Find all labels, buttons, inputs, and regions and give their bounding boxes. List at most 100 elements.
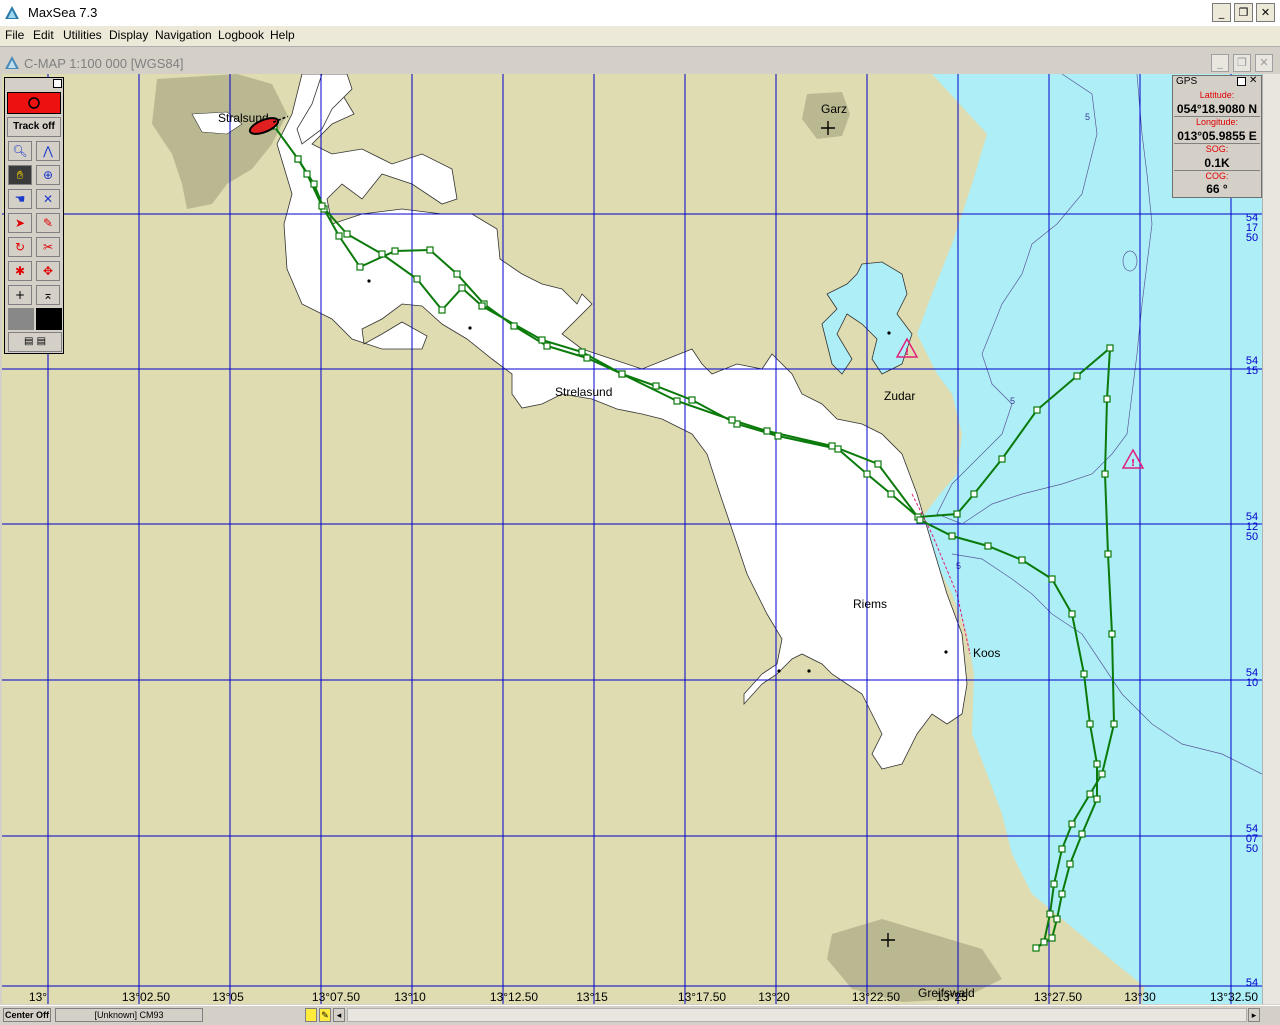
pan-tool-button[interactable]: ✋︎ bbox=[8, 165, 32, 185]
longitude-label: 13°02.50 bbox=[122, 990, 171, 1004]
vertical-scrollbar[interactable] bbox=[1262, 74, 1280, 1004]
track-point-marker bbox=[1032, 944, 1040, 952]
track-point-marker bbox=[510, 322, 518, 330]
minimize-button[interactable]: _ bbox=[1212, 3, 1231, 22]
track-point-marker bbox=[688, 396, 696, 404]
track-point-marker bbox=[984, 542, 992, 550]
track-point-marker bbox=[948, 532, 956, 540]
longitude-label: 13°17.50 bbox=[678, 990, 727, 1004]
track-point-marker bbox=[310, 180, 318, 188]
move-tool-button[interactable]: ☚ bbox=[8, 189, 32, 209]
app-title-bar: MaxSea 7.3 _ ❐ ✕ bbox=[0, 0, 1280, 27]
menu-logbook[interactable]: Logbook bbox=[218, 28, 264, 42]
longitude-label: 13°25 bbox=[936, 990, 968, 1004]
waypoint-button[interactable]: ⌅ bbox=[36, 285, 60, 305]
track-point-marker bbox=[763, 427, 771, 435]
rotate-tool-button[interactable]: ↻ bbox=[8, 237, 32, 257]
track-point-marker bbox=[1098, 770, 1106, 778]
hand-icon: ✋︎ bbox=[16, 168, 24, 182]
add-point-button[interactable]: + bbox=[8, 285, 32, 305]
track-point-marker bbox=[453, 270, 461, 278]
menu-display[interactable]: Display bbox=[109, 28, 148, 42]
palette-close-icon[interactable] bbox=[53, 79, 62, 88]
latitude-label: 15 bbox=[1246, 365, 1258, 377]
gps-close-icon[interactable]: ✕ bbox=[1249, 75, 1257, 86]
gps-header: GPS ✕ bbox=[1173, 75, 1261, 89]
place-strelasund: Strelasund bbox=[555, 385, 612, 399]
track-point-marker bbox=[618, 370, 626, 378]
latitude-value: 054°18.9080 N bbox=[1176, 102, 1258, 116]
chart-close-button[interactable]: ✕ bbox=[1255, 54, 1273, 72]
menu-utilities[interactable]: Utilities bbox=[63, 28, 102, 42]
restore-button[interactable]: ❐ bbox=[1234, 3, 1253, 22]
track-point-marker bbox=[1086, 720, 1094, 728]
longitude-label: Longitude: bbox=[1195, 117, 1239, 127]
pencil-tool-button[interactable]: ✎ bbox=[36, 213, 60, 233]
indicator-yellow[interactable] bbox=[305, 1008, 317, 1022]
track-point-marker bbox=[834, 445, 842, 453]
menu-file[interactable]: File bbox=[5, 28, 24, 42]
track-point-marker bbox=[1040, 938, 1048, 946]
magnifier-icon: 🔍︎ bbox=[12, 144, 28, 158]
nautical-chart[interactable]: 5 5 5 ! ! Stralsund Garz Strelasund Zuda… bbox=[2, 74, 1262, 1004]
zoom-tool-button[interactable]: 🔍︎ bbox=[8, 141, 32, 161]
latitude-label: 50 bbox=[1246, 531, 1258, 543]
scroll-left-button[interactable]: ◂ bbox=[333, 1008, 345, 1022]
track-point-marker bbox=[1068, 610, 1076, 618]
longitude-value: 013°05.9855 E bbox=[1177, 129, 1257, 143]
app-title: MaxSea 7.3 bbox=[28, 5, 98, 20]
record-button[interactable] bbox=[7, 92, 61, 114]
horizontal-scrollbar[interactable] bbox=[347, 1008, 1247, 1022]
longitude-label: 13°12.50 bbox=[490, 990, 539, 1004]
track-point-marker bbox=[343, 230, 351, 238]
chart-minimize-button[interactable]: _ bbox=[1211, 54, 1229, 72]
latitude-label: 10 bbox=[1246, 677, 1258, 689]
move-arrows-icon: ✥ bbox=[42, 264, 54, 278]
compass-icon: ⋀ bbox=[43, 144, 53, 158]
longitude-label: 13°05 bbox=[212, 990, 244, 1004]
color-swatch-black[interactable] bbox=[36, 308, 62, 330]
layers-button[interactable]: ▤ ▤ bbox=[8, 332, 62, 352]
rotate-icon: ↻ bbox=[14, 240, 26, 254]
track-point-marker bbox=[294, 155, 302, 163]
track-point-marker bbox=[673, 397, 681, 405]
latitude-label: Latitude: bbox=[1199, 90, 1235, 100]
track-point-marker bbox=[828, 442, 836, 450]
track-point-marker bbox=[953, 510, 961, 518]
indicator-edit-icon[interactable]: ✎ bbox=[319, 1008, 331, 1022]
center-tool-button[interactable]: ⊕ bbox=[36, 165, 60, 185]
compass-tool-button[interactable]: ⋀ bbox=[36, 141, 60, 161]
track-point-marker bbox=[458, 284, 466, 292]
track-point-marker bbox=[1048, 575, 1056, 583]
range-tool-button[interactable]: ✕ bbox=[36, 189, 60, 209]
move-arrows-button[interactable]: ✥ bbox=[36, 261, 60, 281]
select-tool-button[interactable]: ➤ bbox=[8, 213, 32, 233]
chart-restore-button[interactable]: ❐ bbox=[1233, 54, 1251, 72]
track-point-marker bbox=[1093, 760, 1101, 768]
mark-tool-button[interactable]: ✱ bbox=[8, 261, 32, 281]
scissors-icon: ✂ bbox=[42, 240, 54, 254]
track-point-marker bbox=[391, 247, 399, 255]
longitude-label: 13°30 bbox=[1124, 990, 1156, 1004]
track-point-marker bbox=[970, 490, 978, 498]
cog-label: COG: bbox=[1205, 171, 1229, 181]
longitude-label: 13°15 bbox=[576, 990, 608, 1004]
cut-tool-button[interactable]: ✂ bbox=[36, 237, 60, 257]
color-swatch-grey[interactable] bbox=[8, 308, 34, 330]
gps-restore-icon[interactable] bbox=[1237, 77, 1246, 86]
place-koos: Koos bbox=[973, 646, 1000, 660]
track-point-marker bbox=[1078, 830, 1086, 838]
close-button[interactable]: ✕ bbox=[1256, 3, 1275, 22]
menu-navigation[interactable]: Navigation bbox=[155, 28, 212, 42]
pencil-icon: ✎ bbox=[42, 216, 54, 230]
menu-help[interactable]: Help bbox=[270, 28, 295, 42]
track-off-button[interactable]: Track off bbox=[7, 117, 61, 137]
chart-window-title: C-MAP 1:100 000 [WGS84] bbox=[24, 56, 184, 71]
scroll-right-button[interactable]: ▸ bbox=[1248, 1008, 1260, 1022]
track-point-marker bbox=[1103, 395, 1111, 403]
depth-label: 5 bbox=[1010, 396, 1015, 406]
track-point-marker bbox=[1058, 845, 1066, 853]
center-off-button[interactable]: Center Off bbox=[3, 1008, 51, 1022]
menu-edit[interactable]: Edit bbox=[33, 28, 54, 42]
chart-window-icon bbox=[5, 56, 19, 69]
